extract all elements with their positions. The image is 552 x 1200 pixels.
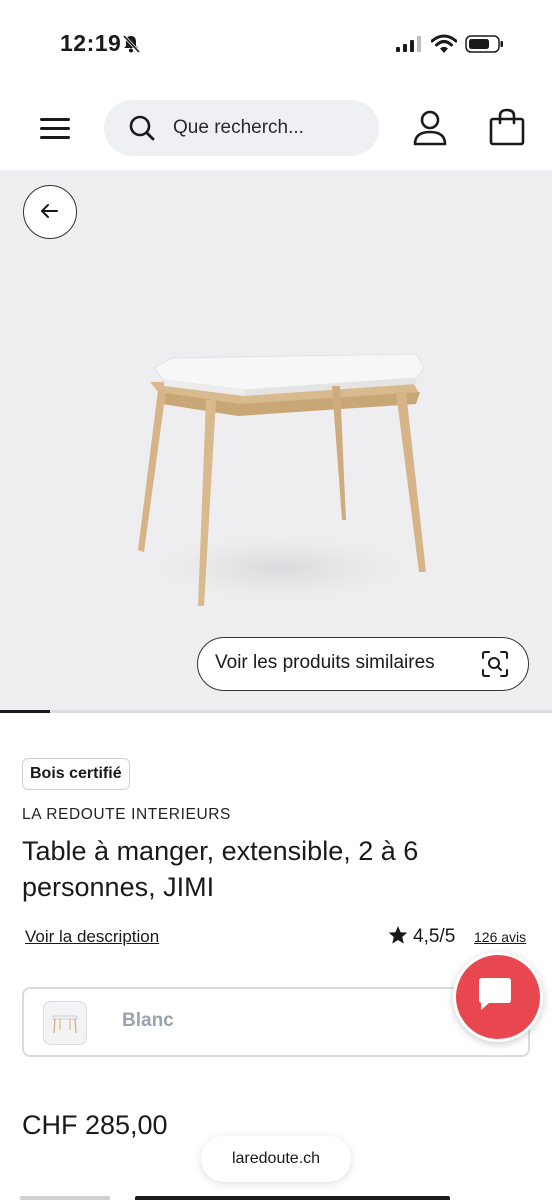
- visual-search-icon: [481, 650, 509, 683]
- color-thumbnail: [43, 1001, 87, 1045]
- browser-url-pill[interactable]: laredoute.ch: [201, 1136, 351, 1182]
- user-icon[interactable]: [412, 110, 448, 151]
- arrow-left-icon: [41, 204, 58, 218]
- site-header: [0, 90, 552, 170]
- gallery-progress-fill: [0, 710, 50, 713]
- reviews-link[interactable]: 126 avis: [474, 929, 526, 945]
- bottom-partial-button[interactable]: [135, 1196, 450, 1200]
- chat-bubble-icon: [479, 978, 511, 1010]
- gallery-progress-bar: [0, 710, 552, 713]
- url-text: laredoute.ch: [231, 1150, 321, 1167]
- status-bar: 12:19: [0, 0, 552, 90]
- chat-button[interactable]: [453, 952, 543, 1042]
- product-rating: 4,5/5: [388, 925, 455, 951]
- certified-wood-badge: Bois certifié: [22, 758, 130, 790]
- product-image-gallery[interactable]: Voir les produits similaires: [0, 170, 552, 710]
- menu-button[interactable]: [38, 114, 72, 144]
- back-button[interactable]: [23, 185, 77, 239]
- battery-icon: [465, 35, 505, 58]
- hamburger-line: [40, 136, 70, 139]
- description-link[interactable]: Voir la description: [25, 927, 159, 947]
- similar-products-button[interactable]: Voir les produits similaires: [197, 637, 529, 691]
- silent-bell-icon: [121, 34, 141, 59]
- shopping-bag-icon[interactable]: [489, 108, 525, 151]
- product-title: Table à manger, extensible, 2 à 6 person…: [22, 836, 419, 902]
- color-name: Blanc: [122, 1010, 174, 1031]
- bottom-partial-element: [20, 1196, 110, 1200]
- wifi-icon: [430, 34, 458, 59]
- hamburger-line: [40, 127, 70, 130]
- search-input[interactable]: [173, 112, 363, 144]
- similar-products-label: Voir les produits similaires: [215, 652, 435, 673]
- cellular-signal-icon: [396, 36, 422, 57]
- status-time: 12:19: [60, 30, 122, 56]
- product-image: [120, 320, 440, 625]
- star-icon: [388, 925, 408, 951]
- search-icon: [128, 114, 156, 147]
- brand-name: LA REDOUTE INTERIEURS: [22, 806, 231, 823]
- search-bar[interactable]: [104, 100, 379, 156]
- rating-value: 4,5/5: [413, 926, 456, 947]
- product-price: CHF 285,00: [22, 1110, 168, 1140]
- hamburger-menu-icon: [40, 118, 70, 121]
